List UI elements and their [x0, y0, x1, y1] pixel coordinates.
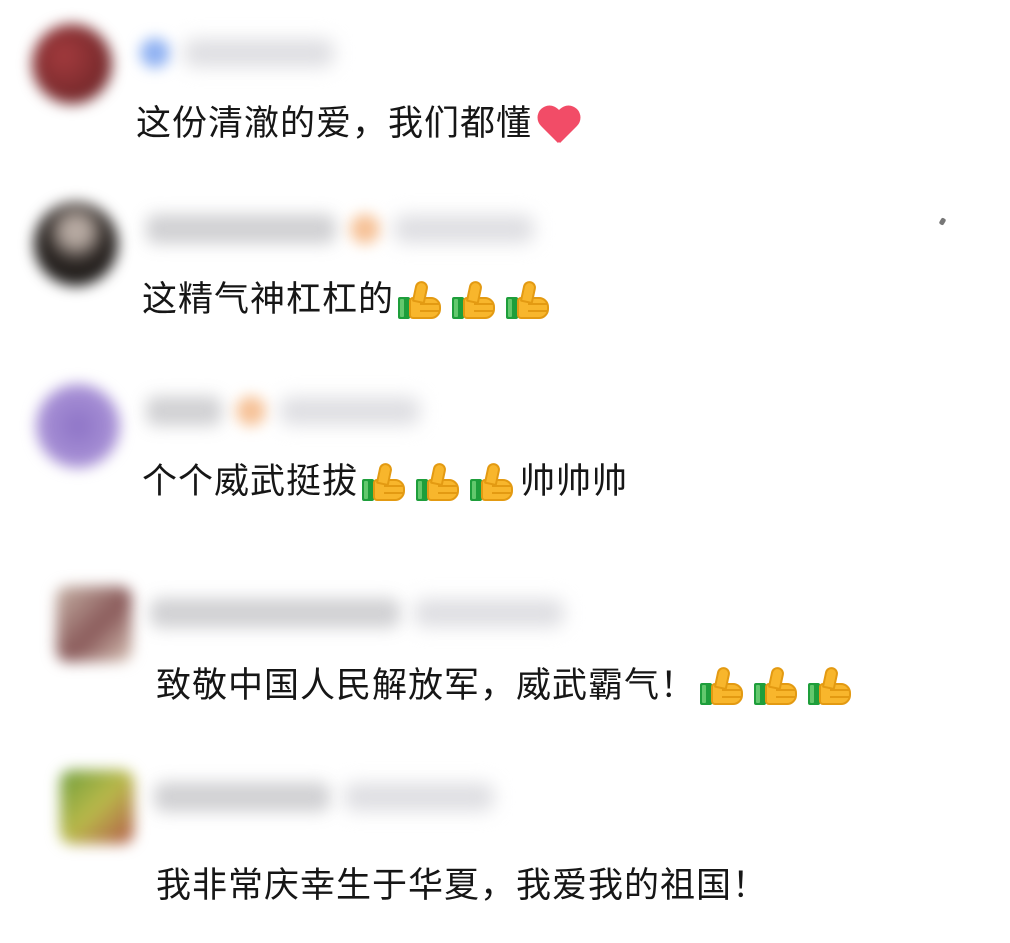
- username: [146, 214, 336, 244]
- comment-text-content: 这份清澈的爱，我们都懂: [136, 104, 533, 144]
- comment-time: [414, 599, 564, 627]
- comment-meta: [150, 598, 564, 628]
- comment-text: 致敬中国人民解放军，威武霸气！: [156, 664, 858, 708]
- thumbs-up-icon: [362, 461, 412, 503]
- username: [154, 782, 330, 812]
- level-badge-icon: [350, 214, 380, 244]
- thumbs-up-icon: [754, 665, 804, 707]
- heart-icon: [536, 103, 582, 145]
- comment-text: 这份清澈的爱，我们都懂: [136, 102, 582, 146]
- thumbs-up-icon: [808, 665, 858, 707]
- comment-meta: [154, 782, 494, 812]
- thumbs-up-icon: [470, 461, 520, 503]
- thumbs-up-icon: [452, 279, 502, 321]
- level-badge-icon: [140, 38, 170, 68]
- comment-time: [344, 783, 494, 811]
- comment-time: [184, 39, 334, 67]
- comment-meta: [140, 38, 334, 68]
- comment-time: [280, 397, 420, 425]
- comment-text-content: 这精气神杠杠的: [142, 280, 395, 320]
- comment-text-content: 个个威武挺拔: [142, 462, 359, 502]
- thumbs-up-icon: [506, 279, 556, 321]
- username: [150, 598, 400, 628]
- comment-text: 这精气神杠杠的: [142, 278, 556, 322]
- comment-text-suffix: 帅帅帅: [520, 462, 629, 502]
- comment-time: [394, 215, 534, 243]
- username: [146, 396, 222, 426]
- avatar[interactable]: [34, 202, 118, 286]
- comment-meta: [146, 396, 420, 426]
- comment-text-content: 致敬中国人民解放军，威武霸气！: [156, 666, 697, 706]
- avatar[interactable]: [60, 770, 134, 844]
- thumbs-up-icon: [416, 461, 466, 503]
- avatar[interactable]: [56, 586, 132, 662]
- avatar[interactable]: [32, 24, 112, 104]
- corner-dot: [938, 217, 947, 226]
- avatar[interactable]: [36, 384, 120, 468]
- comment-text: 我非常庆幸生于华夏，我爱我的祖国！: [156, 864, 768, 908]
- comment-text: 个个威武挺拔 帅帅帅: [142, 460, 628, 504]
- thumbs-up-icon: [700, 665, 750, 707]
- thumbs-up-icon: [398, 279, 448, 321]
- comment-meta: [146, 214, 534, 244]
- comment-text-content: 我非常庆幸生于华夏，我爱我的祖国！: [156, 866, 769, 906]
- level-badge-icon: [236, 396, 266, 426]
